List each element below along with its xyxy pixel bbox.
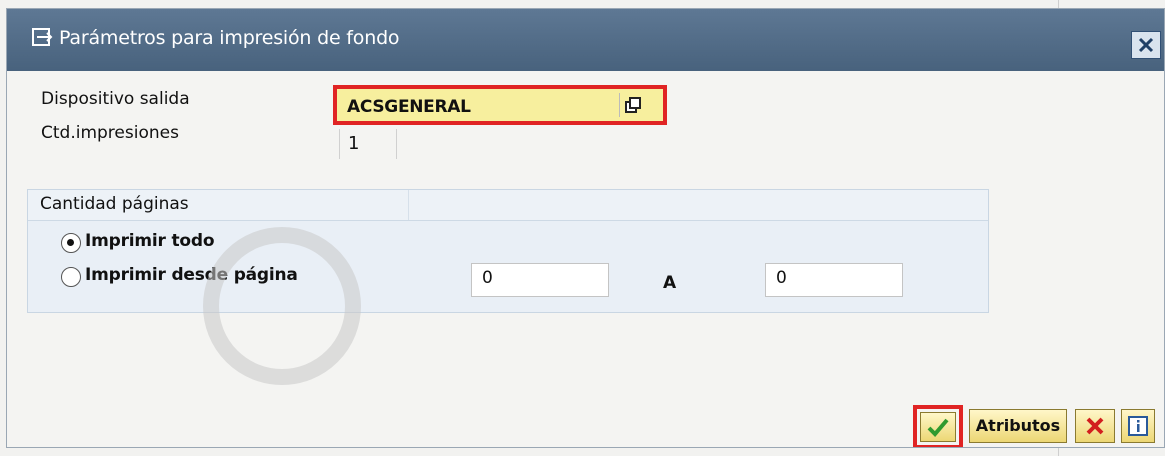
info-button[interactable] [1121,409,1155,443]
header-divider [408,190,409,220]
from-page-input[interactable]: 0 [471,263,609,297]
confirm-button[interactable] [920,412,956,442]
radio-print-from-page[interactable] [61,267,81,287]
print-parameters-dialog: Parámetros para impresión de fondo Dispo… [6,8,1165,448]
attributes-button[interactable]: Atributos [969,409,1067,443]
watermark-circle [203,227,361,385]
to-page-value: 0 [776,268,787,288]
radio-selected-dot [67,239,74,246]
copies-field[interactable]: 1 [339,129,397,159]
radio-print-all-label: Imprimir todo [85,231,215,251]
copies-label: Ctd.impresiones [41,123,179,143]
to-label: A [663,273,677,293]
cancel-button[interactable] [1075,409,1115,443]
dialog-titlebar: Parámetros para impresión de fondo [7,9,1164,71]
output-device-value: ACSGENERAL [347,97,471,117]
output-device-field[interactable]: ACSGENERAL [333,85,667,125]
close-button[interactable] [1131,31,1161,59]
dialog-title: Parámetros para impresión de fondo [59,27,400,49]
copies-value: 1 [348,133,360,154]
group-header: Cantidad páginas [28,190,988,221]
print-params-icon [31,27,53,49]
value-help-button[interactable] [619,93,646,117]
output-device-label: Dispositivo salida [41,89,190,109]
from-page-value: 0 [482,268,493,288]
group-title: Cantidad páginas [40,194,189,214]
to-page-input[interactable]: 0 [765,263,903,297]
radio-print-all[interactable] [61,233,81,253]
confirm-highlight [913,405,963,447]
